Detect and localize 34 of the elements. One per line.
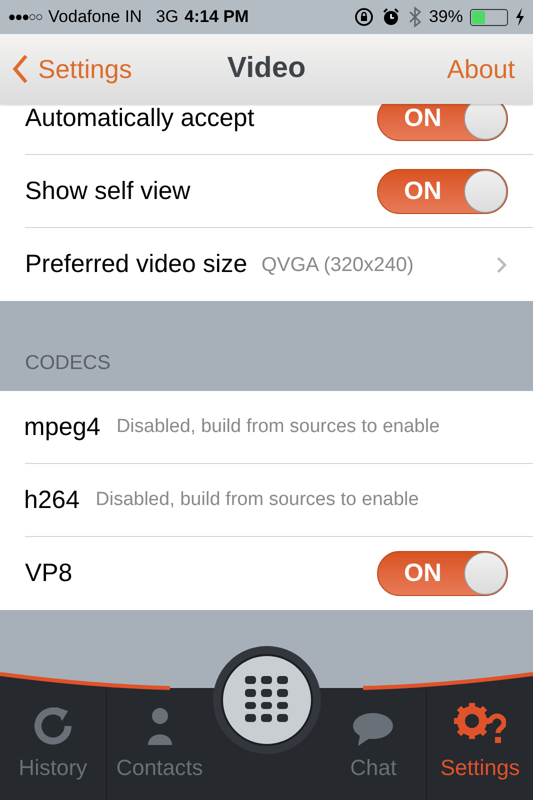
codec-name: h264: [24, 484, 80, 516]
speech-bubble-icon: [352, 711, 394, 747]
tab-button[interactable]: History: [0, 690, 106, 800]
signal-dots: ●●●○○: [8, 8, 42, 26]
row-label: Automatically accept: [25, 104, 254, 134]
codec-name: mpeg4: [24, 412, 100, 443]
tab-button[interactable]: Settings: [426, 690, 533, 800]
network-type: 3G: [156, 6, 179, 28]
toggle-switch[interactable]: ON: [377, 104, 508, 141]
battery-icon: [470, 8, 508, 26]
about-button[interactable]: About: [447, 50, 515, 88]
screen-title: Video: [227, 51, 306, 86]
codec-status: Disabled, build from sources to enable: [116, 415, 440, 440]
tab-button[interactable]: Chat: [320, 690, 426, 800]
battery-percent: 39%: [428, 6, 463, 28]
toggle-switch[interactable]: ON: [377, 169, 508, 214]
back-button[interactable]: Settings: [12, 50, 132, 88]
alarm-icon: [380, 7, 401, 27]
row-label: Show self view: [25, 176, 190, 207]
chevron-icon: [496, 254, 508, 274]
back-chevron-icon: [12, 54, 28, 84]
tab-button[interactable]: Contacts: [106, 690, 212, 800]
preferred-video-size-row[interactable]: Preferred video size QVGA (320x240): [0, 228, 533, 301]
clock-time: 4:14 PM: [184, 6, 249, 28]
row-label: VP8: [25, 558, 72, 589]
bluetooth-icon: [408, 6, 422, 28]
rotation-lock-icon: [354, 7, 374, 27]
toggle-switch[interactable]: ON: [377, 551, 508, 596]
person-icon: [146, 707, 173, 747]
charging-icon: [515, 8, 525, 26]
section-header: CODECS: [25, 351, 111, 376]
refresh-icon: [32, 705, 74, 747]
carrier-name: Vodafone IN: [48, 6, 142, 28]
codec-status: Disabled, build from sources to enable: [96, 488, 419, 512]
